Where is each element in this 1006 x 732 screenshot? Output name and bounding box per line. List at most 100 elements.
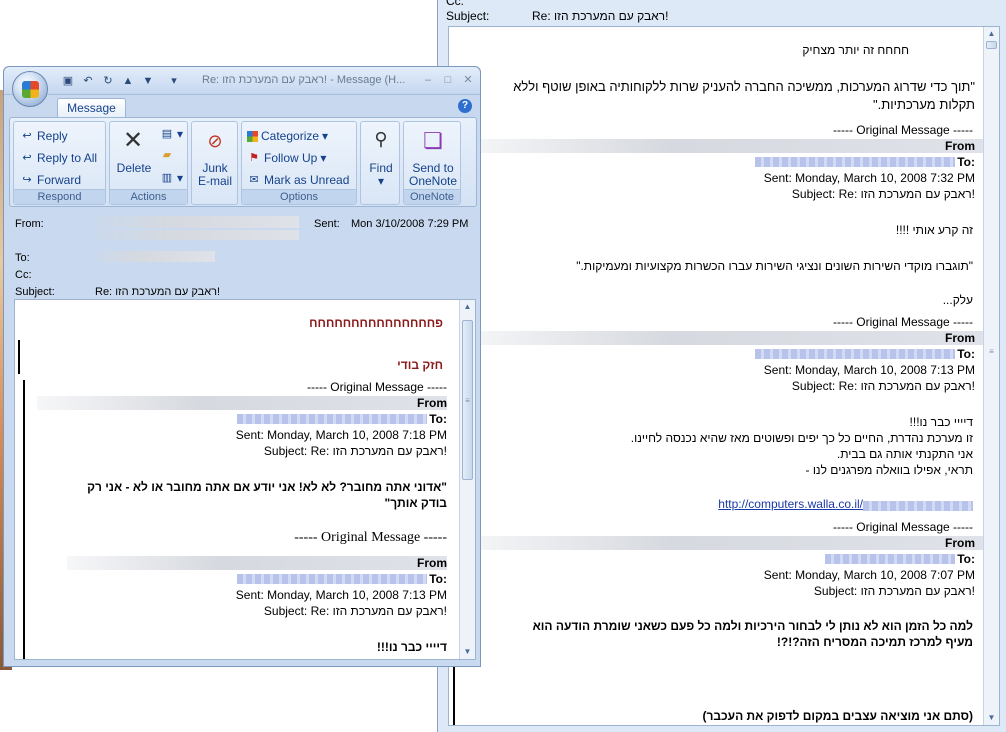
sent-line: Sent: Monday, March 10, 2008 7:32 PM — [763, 171, 975, 185]
original-message-separator: ----- Original Message ----- — [832, 315, 973, 329]
to-label: To: — [957, 552, 975, 566]
mark-unread-label: Mark as Unread — [264, 173, 350, 187]
cc-label: Cc: — [446, 0, 464, 8]
other-actions-icon[interactable]: ▥ ▾ — [160, 171, 183, 185]
redacted-from — [463, 331, 983, 345]
front-scrollbar[interactable]: ▲ ≡ ▼ — [459, 300, 475, 659]
follow-up-button[interactable]: ⚑ Follow Up ▾ — [247, 151, 326, 165]
move-icon[interactable]: ▤ ▾ — [160, 127, 183, 141]
to-label: To: — [957, 155, 975, 169]
group-respond: ↩ Reply ↩ Reply to All ↪ Forward Respond — [13, 121, 106, 205]
body-line: דיייי כבר נו!!! — [909, 415, 973, 429]
redacted-to — [825, 554, 955, 564]
subject-line: Subject: Re: ראבק עם המערכת הזו! — [263, 604, 447, 618]
close-icon[interactable]: ✕ — [460, 72, 476, 88]
down-arrow-icon[interactable]: ▼ — [140, 73, 156, 89]
flag-icon: ⚑ — [249, 151, 259, 164]
original-message-separator: ----- Original Message ----- — [832, 520, 973, 534]
back-scrollbar[interactable]: ▲ ≡ ▼ — [983, 27, 999, 725]
subject-line: Subject: Re: ראבק עם המערכת הזו! — [263, 444, 447, 458]
forward-icon: ↪ — [22, 173, 32, 186]
quick-access-toolbar: ▣ ↶ ↻ ▲ ▼ ▾ — [60, 73, 182, 89]
original-message-separator: ----- Original Message ----- — [294, 530, 447, 545]
reply-all-label: Reply to All — [37, 151, 98, 165]
body-line: "תוך כדי שדרוג המערכות, ממשיכה החברה להע… — [513, 79, 975, 94]
reply-button[interactable]: ↩ Reply — [20, 129, 68, 143]
redacted-from-2 — [95, 230, 299, 240]
redacted-from — [463, 139, 983, 153]
help-icon[interactable]: ? — [458, 99, 472, 113]
scroll-up-icon[interactable]: ▲ — [984, 27, 999, 41]
walla-link[interactable]: http://computers.walla.co.il/ — [718, 497, 863, 511]
folder-icon[interactable]: ▰ — [160, 149, 174, 162]
undo-icon[interactable]: ↶ — [80, 73, 96, 89]
original-message-separator: ----- Original Message ----- — [832, 123, 973, 137]
redacted-from — [95, 216, 299, 228]
reply-all-button[interactable]: ↩ Reply to All — [20, 151, 97, 165]
junk-icon: ⊘ — [207, 131, 223, 151]
customize-icon[interactable]: ▾ — [166, 73, 182, 89]
quote-bar — [18, 340, 20, 374]
message-headers: From: Sent: Mon 3/10/2008 7:29 PM To: Cc… — [9, 210, 477, 298]
group-onenote: ❏ Send to OneNote OneNote — [403, 121, 461, 205]
from-label: From — [417, 556, 447, 570]
onenote-icon: ❏ — [423, 128, 443, 153]
redo-icon[interactable]: ↻ — [100, 73, 116, 89]
body-line: בודק אותך" — [384, 496, 448, 510]
up-arrow-icon[interactable]: ▲ — [120, 73, 136, 89]
forward-button[interactable]: ↪ Forward — [20, 173, 81, 187]
maximize-icon[interactable]: □ — [440, 72, 456, 88]
envelope-icon: ✉ — [249, 173, 259, 186]
junk-line2[interactable]: E-mail — [192, 175, 238, 188]
reply-label: Reply — [37, 129, 68, 143]
send-to-onenote-line2[interactable]: OneNote — [404, 175, 462, 188]
title-bar[interactable]: ▣ ↶ ↻ ▲ ▼ ▾ Re: ראבק עם המערכת הזו! - Me… — [4, 67, 480, 95]
ribbon-tabs: Message ? — [4, 95, 480, 118]
group-label: Actions — [110, 189, 187, 204]
back-header: Cc: Subject: Re: ראבק עם המערכת הזו! — [446, 0, 996, 24]
body-line: אני התקנתי אותה גם בבית. — [836, 447, 973, 461]
sent-label: Sent: — [314, 218, 340, 230]
redacted-to — [755, 349, 955, 359]
body-line: פחחחחחחחחחחחחחחח — [309, 316, 443, 330]
front-message-body[interactable]: פחחחחחחחחחחחחחחח חזק בודי ----- Original… — [14, 299, 476, 660]
minimize-icon[interactable]: – — [420, 72, 436, 88]
sent-line: Sent: Monday, March 10, 2008 7:07 PM — [763, 568, 975, 582]
scroll-down-icon[interactable]: ▼ — [460, 645, 475, 659]
from-label: From — [417, 396, 447, 410]
save-icon[interactable]: ▣ — [60, 73, 76, 89]
quote-bar — [453, 657, 455, 725]
redacted-to — [755, 157, 955, 167]
scroll-thumb[interactable] — [986, 41, 997, 49]
find-dropdown-icon[interactable]: ▾ — [361, 175, 401, 188]
back-message-body[interactable]: חחחח זה יותר מצחיק "תוך כדי שדרוג המערכו… — [448, 26, 1000, 726]
to-label: To: — [957, 347, 975, 361]
sent-line: Sent: Monday, March 10, 2008 7:13 PM — [235, 588, 447, 602]
redacted-from — [463, 536, 983, 550]
mark-unread-button[interactable]: ✉ Mark as Unread — [247, 173, 349, 187]
office-button[interactable] — [12, 71, 48, 107]
redacted-to — [237, 574, 427, 584]
redacted-from — [37, 396, 447, 410]
body-line: דיייי כבר נו!!! — [376, 640, 447, 654]
delete-button[interactable]: Delete — [112, 162, 156, 175]
redacted-to — [95, 251, 215, 262]
back-message-window[interactable]: Cc: Subject: Re: ראבק עם המערכת הזו! חחח… — [437, 0, 1006, 732]
scroll-down-icon[interactable]: ▼ — [984, 711, 999, 725]
subject-label: Subject: — [15, 286, 55, 298]
body-line: זו מערכת נהדרת, החיים כל כך יפים ופשוטים… — [630, 431, 973, 445]
group-actions: ✕ Delete ▤ ▾ ▰ ▥ ▾ Actions — [109, 121, 188, 205]
body-line: מעיף למרכז תמיכה המסריח הזה?!?! — [776, 635, 973, 649]
body-line: (סתם אני מוציאה עצבים במקום לדפוק את העכ… — [702, 709, 973, 723]
categorize-button[interactable]: Categorize ▾ — [247, 129, 328, 143]
group-label: OneNote — [404, 189, 460, 204]
scroll-grip-icon: ≡ — [465, 396, 470, 405]
front-message-window[interactable]: ▣ ↶ ↻ ▲ ▼ ▾ Re: ראבק עם המערכת הזו! - Me… — [3, 66, 481, 667]
tab-message[interactable]: Message — [57, 98, 126, 118]
office-logo-icon — [22, 81, 39, 98]
body-line: "תוגברו מוקדי השירות השונים ונציגי השירו… — [576, 259, 973, 273]
scroll-up-icon[interactable]: ▲ — [460, 300, 475, 314]
scroll-grip-icon: ≡ — [989, 347, 994, 356]
follow-up-label: Follow Up — [264, 151, 318, 165]
body-line: חחחח זה יותר מצחיק — [802, 43, 909, 57]
